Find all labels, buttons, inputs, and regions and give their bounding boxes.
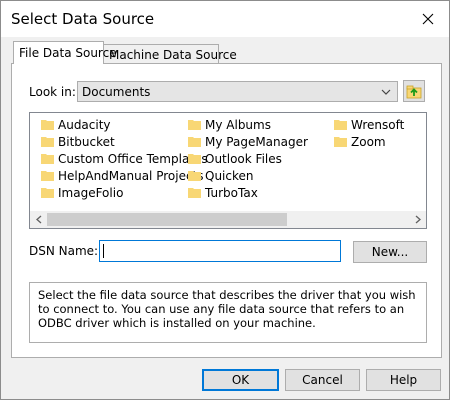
- dsn-name-input[interactable]: [99, 240, 341, 262]
- dsn-name-label: DSN Name:: [29, 244, 99, 258]
- folder-icon: [41, 171, 54, 181]
- look-in-dropdown[interactable]: Documents: [77, 81, 398, 102]
- list-item[interactable]: Wrensoft: [334, 116, 404, 133]
- chevron-right-icon: [415, 215, 421, 224]
- description-text: Select the file data source that describ…: [38, 288, 416, 330]
- description-box: Select the file data source that describ…: [29, 282, 427, 343]
- list-item[interactable]: Zoom: [334, 133, 386, 150]
- list-item[interactable]: Outlook Files: [188, 150, 282, 167]
- folder-icon: [41, 137, 54, 147]
- folder-icon: [41, 188, 54, 198]
- list-item[interactable]: Audacity: [41, 116, 111, 133]
- list-item[interactable]: TurboTax: [188, 184, 258, 201]
- file-list[interactable]: Audacity Bitbucket Custom Office Templat…: [29, 112, 427, 229]
- horizontal-scrollbar[interactable]: [30, 211, 426, 228]
- scroll-right-button[interactable]: [409, 211, 426, 228]
- list-item[interactable]: My Albums: [188, 116, 271, 133]
- ok-button[interactable]: OK: [202, 369, 279, 391]
- folder-icon: [188, 137, 201, 147]
- list-item[interactable]: Quicken: [188, 167, 254, 184]
- list-item[interactable]: ImageFolio: [41, 184, 123, 201]
- list-item[interactable]: Custom Office Templates: [41, 150, 208, 167]
- chevron-left-icon: [35, 215, 41, 224]
- text-caret: [103, 244, 104, 258]
- folder-icon: [41, 154, 54, 164]
- help-button[interactable]: Help: [366, 369, 441, 391]
- folder-icon: [188, 154, 201, 164]
- list-item[interactable]: Bitbucket: [41, 133, 115, 150]
- tab-file-data-source[interactable]: File Data Source: [13, 41, 117, 64]
- folder-up-icon: [406, 85, 422, 98]
- list-item[interactable]: My PageManager: [188, 133, 308, 150]
- tab-machine-data-source[interactable]: Machine Data Source: [104, 44, 237, 64]
- up-one-level-button[interactable]: [403, 80, 425, 102]
- list-item[interactable]: HelpAndManual Projects: [41, 167, 204, 184]
- tab-panel: Look in: Documents Audacity Bitbucket Cu…: [11, 63, 442, 358]
- look-in-label: Look in:: [29, 85, 76, 99]
- folder-icon: [41, 120, 54, 130]
- close-button[interactable]: [413, 5, 443, 33]
- select-data-source-dialog: Select Data Source Machine Data Source F…: [0, 0, 450, 400]
- folder-icon: [334, 137, 347, 147]
- folder-icon: [188, 188, 201, 198]
- scrollbar-thumb[interactable]: [47, 213, 287, 226]
- scroll-left-button[interactable]: [30, 211, 47, 228]
- cancel-button[interactable]: Cancel: [285, 369, 360, 391]
- close-icon: [422, 13, 434, 25]
- folder-icon: [188, 171, 201, 181]
- folder-icon: [188, 120, 201, 130]
- chevron-down-icon: [379, 84, 393, 99]
- dialog-title: Select Data Source: [11, 10, 155, 28]
- folder-icon: [334, 120, 347, 130]
- title-bar: Select Data Source: [1, 1, 449, 37]
- look-in-value: Documents: [82, 84, 151, 99]
- new-button[interactable]: New...: [353, 241, 427, 263]
